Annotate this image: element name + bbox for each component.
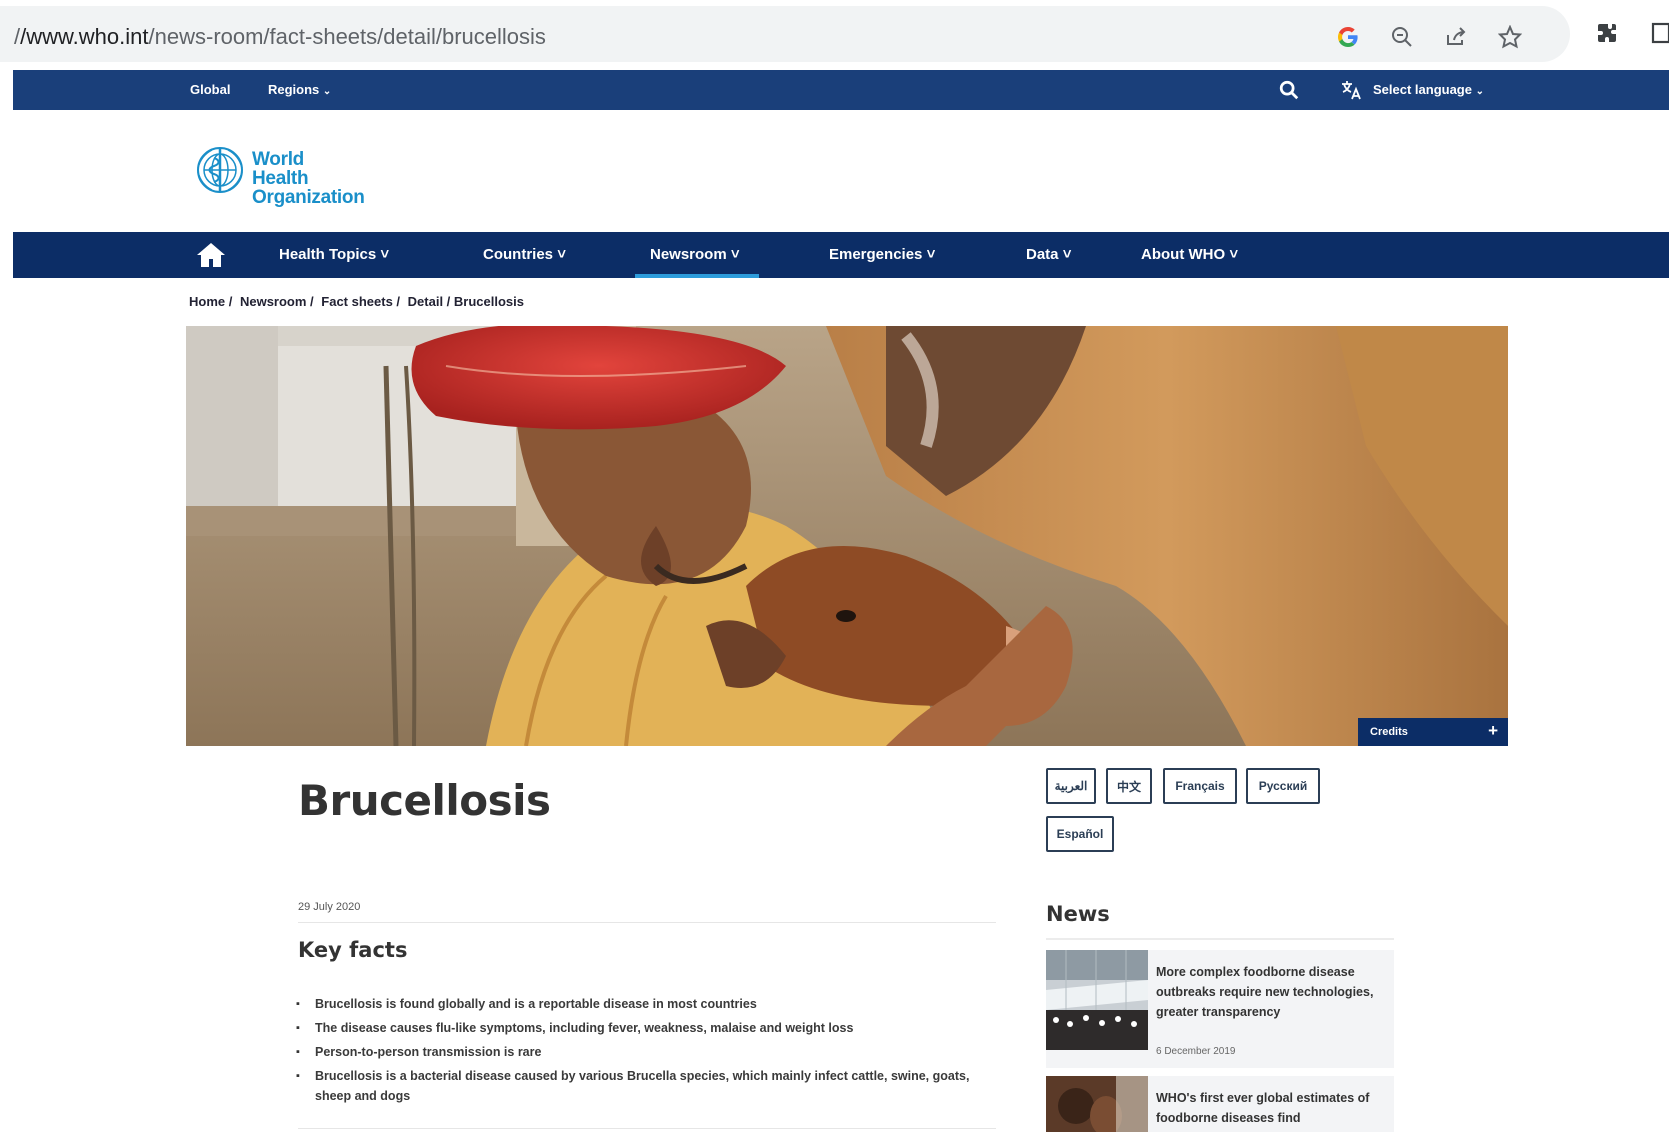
- news-headline[interactable]: WHO's first ever global estimates of foo…: [1156, 1088, 1386, 1128]
- chevron-down-icon: ˅: [380, 246, 390, 263]
- nav-active-indicator: [635, 274, 759, 278]
- credits-toggle[interactable]: Credits +: [1358, 718, 1508, 746]
- global-link[interactable]: Global: [190, 82, 230, 97]
- news-heading: News: [1046, 902, 1110, 926]
- chevron-down-icon: ⌄: [322, 86, 332, 97]
- chevron-down-icon: ˅: [1062, 246, 1072, 263]
- breadcrumb-fact-sheets[interactable]: Fact sheets /: [321, 294, 400, 309]
- lang-button-russian[interactable]: Русский: [1246, 768, 1320, 804]
- who-logo[interactable]: World Health Organization: [192, 142, 365, 207]
- news-headline[interactable]: More complex foodborne disease outbreaks…: [1156, 962, 1386, 1022]
- nav-about-who[interactable]: About WHO ˅: [1141, 246, 1238, 263]
- nav-countries[interactable]: Countries ˅: [483, 246, 566, 263]
- plus-icon: +: [1488, 721, 1498, 740]
- who-emblem-icon: [197, 147, 243, 193]
- regions-dropdown[interactable]: Regions ⌄: [268, 82, 331, 97]
- share-icon[interactable]: [1443, 24, 1469, 50]
- key-facts-list: Brucellosis is found globally and is a r…: [296, 994, 986, 1110]
- list-item: Brucellosis is found globally and is a r…: [296, 994, 986, 1014]
- lang-button-french[interactable]: Français: [1163, 768, 1237, 804]
- who-logo-text: World Health Organization: [252, 149, 365, 208]
- translate-icon[interactable]: [1339, 78, 1363, 106]
- extensions-icon[interactable]: [1594, 20, 1620, 46]
- news-thumbnail[interactable]: [1046, 950, 1148, 1050]
- chevron-down-icon: ˅: [730, 246, 740, 263]
- search-icon[interactable]: [1278, 79, 1300, 105]
- divider: [298, 1128, 996, 1129]
- chevron-down-icon: ˅: [1229, 246, 1239, 263]
- window-icon[interactable]: [1648, 20, 1669, 46]
- zoom-icon[interactable]: [1389, 24, 1415, 50]
- page-title: Brucellosis: [298, 776, 551, 825]
- google-icon[interactable]: [1335, 24, 1361, 50]
- nav-data[interactable]: Data ˅: [1026, 246, 1071, 263]
- lang-button-arabic[interactable]: العربية: [1046, 768, 1096, 804]
- main-navigation: Health Topics ˅ Countries ˅ Newsroom ˅ E…: [13, 232, 1669, 278]
- chevron-down-icon: ˅: [926, 246, 936, 263]
- breadcrumb-current: Detail / Brucellosis: [407, 294, 524, 309]
- lang-button-spanish[interactable]: Español: [1046, 816, 1114, 852]
- nav-emergencies[interactable]: Emergencies ˅: [829, 246, 935, 263]
- breadcrumb: Home / Newsroom / Fact sheets / Detail /…: [189, 294, 528, 309]
- select-language-dropdown[interactable]: Select language ⌄: [1373, 82, 1484, 97]
- nav-newsroom[interactable]: Newsroom ˅: [650, 246, 740, 263]
- hero-image: Credits +: [186, 326, 1508, 746]
- news-date: 6 December 2019: [1156, 1046, 1236, 1057]
- key-facts-heading: Key facts: [298, 938, 408, 962]
- breadcrumb-home[interactable]: Home /: [189, 294, 232, 309]
- address-bar[interactable]: //www.who.int/news-room/fact-sheets/deta…: [0, 6, 1570, 62]
- list-item: Brucellosis is a bacterial disease cause…: [296, 1066, 986, 1106]
- divider: [1046, 938, 1394, 940]
- divider: [298, 922, 996, 923]
- news-item[interactable]: More complex foodborne disease outbreaks…: [1046, 950, 1394, 1068]
- lang-button-chinese[interactable]: 中文: [1106, 768, 1152, 804]
- bookmark-star-icon[interactable]: [1497, 24, 1523, 50]
- nav-health-topics[interactable]: Health Topics ˅: [279, 246, 389, 263]
- chevron-down-icon: ⌄: [1475, 86, 1484, 97]
- news-thumbnail[interactable]: [1046, 1076, 1148, 1132]
- list-item: The disease causes flu-like symptoms, in…: [296, 1018, 986, 1038]
- browser-toolbar: //www.who.int/news-room/fact-sheets/deta…: [0, 0, 1669, 70]
- breadcrumb-newsroom[interactable]: Newsroom /: [240, 294, 314, 309]
- home-icon[interactable]: [195, 241, 227, 273]
- address-bar-url[interactable]: //www.who.int/news-room/fact-sheets/deta…: [14, 24, 546, 50]
- news-item[interactable]: WHO's first ever global estimates of foo…: [1046, 1076, 1394, 1132]
- list-item: Person-to-person transmission is rare: [296, 1042, 986, 1062]
- publish-date: 29 July 2020: [298, 901, 361, 913]
- global-bar: Global Regions ⌄ Select language ⌄: [13, 70, 1669, 110]
- chevron-down-icon: ˅: [557, 246, 566, 263]
